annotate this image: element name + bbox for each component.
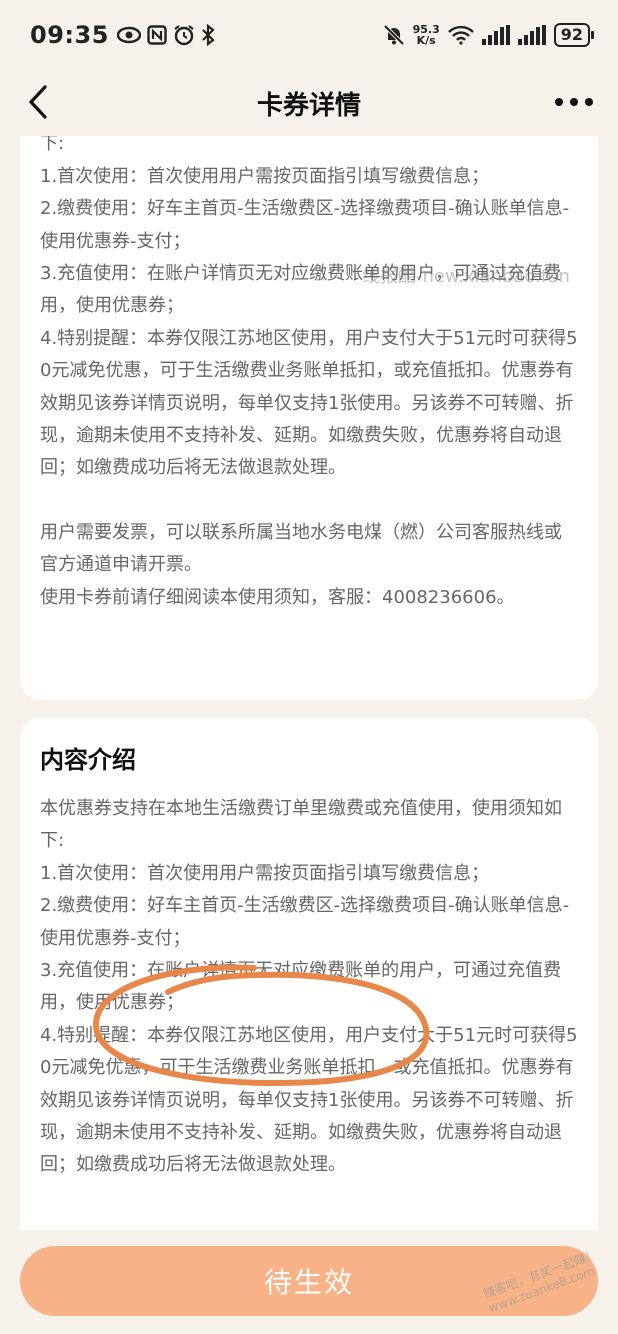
usage-line-4: 4.特别提醒：本券仅限江苏地区使用，用户支付大于51元时可获得50元减免优惠，可… (40, 327, 578, 479)
status-bar: 09:35 95.3 K/s 92 (0, 0, 618, 70)
status-icons (116, 24, 215, 46)
wifi-icon (447, 25, 474, 45)
alarm-icon (174, 25, 194, 46)
usage-notes-card: 本优惠券支持在本地生活缴费订单里缴费或充值使用，使用须知如下: 1.首次使用：首… (20, 136, 598, 700)
more-button[interactable] (552, 82, 596, 122)
intro-line-3: 3.充值使用：在账户详情页无对应缴费账单的用户，可通过充值费用，使用优惠券； (40, 960, 562, 1014)
intro-line-0: 本优惠券支持在本地生活缴费订单里缴费或充值使用，使用须知如下: (40, 798, 562, 852)
content-scroll[interactable]: 本优惠券支持在本地生活缴费订单里缴费或充值使用，使用须知如下: 1.首次使用：首… (0, 136, 618, 1230)
intro-line-4: 4.特别提醒：本券仅限江苏地区使用，用户支付大于51元时可获得50元减免优惠，可… (40, 1024, 578, 1176)
net-speed-unit: K/s (416, 34, 436, 47)
eye-icon (116, 26, 141, 44)
bluetooth-icon (202, 24, 215, 46)
cell-signal-icon (481, 25, 510, 45)
invoice-line-0: 用户需要发票，可以联系所属当地水务电煤（燃）公司客服热线或官方通道申请开票。 (40, 521, 562, 576)
intro-line-1: 1.首次使用：首次使用用户需按页面指引填写缴费信息； (40, 862, 490, 884)
usage-line-0: 本优惠券支持在本地生活缴费订单里缴费或充值使用，使用须知如下: (40, 136, 65, 155)
more-dots-icon (555, 98, 593, 106)
nav-header: 卡券详情 (0, 70, 618, 136)
back-button[interactable] (18, 82, 58, 122)
status-time: 09:35 (30, 21, 109, 49)
status-left: 09:35 (30, 21, 215, 49)
usage-line-1: 1.首次使用：首次使用用户需按页面指引填写缴费信息； (40, 165, 490, 187)
invoice-line-1: 使用卡券前请仔细阅读本使用须知，客服：4008236606。 (40, 586, 515, 608)
intro-line-2: 2.缴费使用：好车主首页-生活缴费区-选择缴费项目-确认账单信息-使用优惠券-支… (40, 895, 570, 949)
content-intro-card: 内容介绍 本优惠券支持在本地生活缴费订单里缴费或充值使用，使用须知如下: 1.首… (20, 718, 598, 1230)
mute-icon (383, 24, 405, 46)
nfc-icon (147, 25, 167, 45)
cell-signal-2-icon (517, 25, 546, 45)
watermark: 线报酷-new.xianbao.fun (362, 266, 570, 287)
content-intro-title: 内容介绍 (40, 746, 136, 774)
status-right: 95.3 K/s 92 (383, 23, 595, 47)
chevron-left-icon (29, 85, 47, 119)
page-title: 卡券详情 (256, 90, 361, 121)
usage-line-2: 2.缴费使用：好车主首页-生活缴费区-选择缴费项目-确认账单信息-使用优惠券-支… (40, 198, 570, 252)
net-speed: 95.3 K/s (413, 24, 440, 46)
battery-icon: 92 (553, 23, 595, 47)
